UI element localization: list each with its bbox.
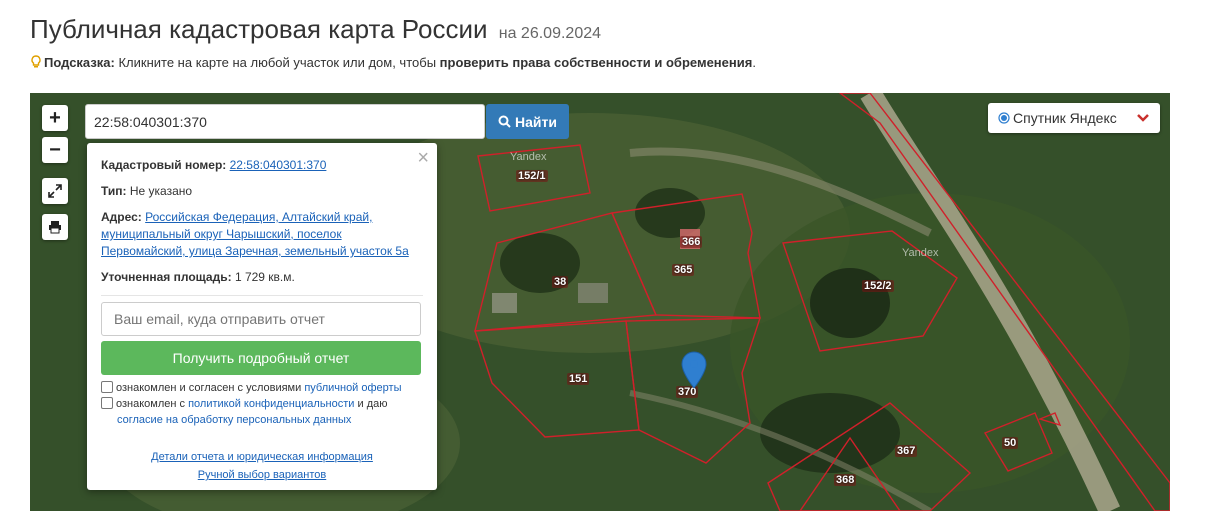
close-icon[interactable]: × bbox=[417, 147, 429, 170]
hint-end: . bbox=[752, 55, 756, 70]
yandex-watermark: Yandex bbox=[510, 151, 547, 163]
area-row: Уточненная площадь: 1 729 кв.м. bbox=[101, 269, 423, 286]
zoom-out-button[interactable]: − bbox=[42, 137, 68, 163]
address-row: Адрес: Российская Федерация, Алтайский к… bbox=[101, 209, 423, 260]
offer-text: ознакомлен и согласен с условиями bbox=[116, 382, 305, 394]
address-label: Адрес: bbox=[101, 210, 142, 224]
parcel-label[interactable]: 152/2 bbox=[862, 280, 894, 292]
privacy-consent: ознакомлен с политикой конфиденциальност… bbox=[101, 396, 423, 428]
divider bbox=[101, 295, 423, 296]
privacy-link[interactable]: политикой конфиденциальности bbox=[188, 398, 354, 410]
search-input[interactable] bbox=[85, 104, 485, 139]
lightbulb-icon bbox=[30, 55, 42, 69]
layer-select[interactable]: Спутник Яндекс bbox=[988, 103, 1160, 133]
offer-link[interactable]: публичной оферты bbox=[304, 382, 401, 394]
email-field[interactable] bbox=[101, 302, 421, 336]
parcel-label[interactable]: 151 bbox=[567, 373, 590, 385]
page: Публичная кадастровая карта России на 26… bbox=[0, 0, 1221, 511]
report-details-link[interactable]: Детали отчета и юридическая информация bbox=[151, 451, 373, 463]
personal-data-link[interactable]: согласие на обработку персональных данны… bbox=[117, 414, 351, 426]
popup-footer: Детали отчета и юридическая информация Р… bbox=[101, 448, 423, 484]
parcel-label[interactable]: 50 bbox=[1002, 437, 1019, 449]
print-icon bbox=[49, 221, 61, 234]
parcel-label[interactable]: 368 bbox=[834, 474, 857, 486]
yandex-watermark: Yandex bbox=[902, 247, 939, 259]
hint-action: проверить права собственности и обремене… bbox=[439, 55, 753, 70]
parcel-label[interactable]: 367 bbox=[895, 445, 918, 457]
parcel-label[interactable]: 38 bbox=[552, 276, 569, 288]
parcel-info-popup: × Кадастровый номер: 22:58:040301:370 Ти… bbox=[87, 143, 437, 490]
title-text: Публичная кадастровая карта России bbox=[30, 14, 488, 44]
cad-number-link[interactable]: 22:58:040301:370 bbox=[230, 158, 327, 172]
search-icon bbox=[498, 115, 511, 128]
type-row: Тип: Не указано bbox=[101, 183, 423, 200]
find-button-label: Найти bbox=[515, 113, 557, 130]
area-value: 1 729 кв.м. bbox=[234, 270, 295, 284]
title-date: на 26.09.2024 bbox=[498, 25, 602, 42]
parcel-label[interactable]: 366 bbox=[680, 236, 703, 248]
fullscreen-icon bbox=[48, 184, 62, 198]
print-button[interactable] bbox=[42, 214, 68, 240]
privacy-checkbox[interactable] bbox=[101, 397, 113, 409]
address-link[interactable]: Российская Федерация, Алтайский край, му… bbox=[101, 210, 409, 258]
privacy-mid: и даю bbox=[354, 398, 388, 410]
find-button[interactable]: Найти bbox=[486, 104, 569, 139]
zoom-in-button[interactable]: + bbox=[42, 105, 68, 131]
type-label: Тип: bbox=[101, 184, 127, 198]
privacy-text: ознакомлен с bbox=[116, 398, 189, 410]
get-report-button[interactable]: Получить подробный отчет bbox=[101, 341, 421, 375]
hint-label: Подсказка: bbox=[44, 55, 115, 70]
manual-selection-link[interactable]: Ручной выбор вариантов bbox=[198, 469, 326, 481]
map-marker-icon[interactable] bbox=[681, 351, 707, 394]
type-value: Не указано bbox=[129, 184, 193, 198]
page-title: Публичная кадастровая карта России на 26… bbox=[30, 14, 601, 45]
hint-line: Подсказка: Кликните на карте на любой уч… bbox=[30, 55, 756, 70]
hint-text: Кликните на карте на любой участок или д… bbox=[114, 55, 440, 70]
parcel-label[interactable]: 152/1 bbox=[516, 170, 548, 182]
radio-icon bbox=[998, 112, 1010, 124]
offer-consent: ознакомлен и согласен с условиями публич… bbox=[101, 380, 423, 396]
area-label: Уточненная площадь: bbox=[101, 270, 232, 284]
cad-number-label: Кадастровый номер: bbox=[101, 158, 227, 172]
offer-checkbox[interactable] bbox=[101, 381, 113, 393]
chevron-down-icon bbox=[1137, 114, 1149, 122]
layer-select-label: Спутник Яндекс bbox=[1013, 110, 1117, 126]
cadastral-map[interactable]: Yandex Yandex 152/1 366 365 38 152/2 151… bbox=[30, 93, 1170, 511]
cad-number-row: Кадастровый номер: 22:58:040301:370 bbox=[101, 157, 423, 174]
fullscreen-button[interactable] bbox=[42, 178, 68, 204]
parcel-label[interactable]: 365 bbox=[672, 264, 695, 276]
